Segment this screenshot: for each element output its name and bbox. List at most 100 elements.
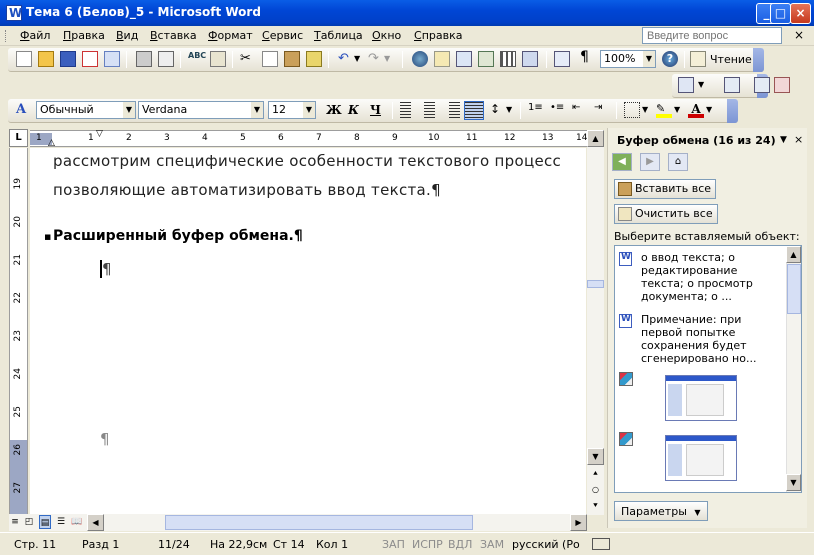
- styles-icon[interactable]: A: [16, 102, 32, 118]
- title-bar[interactable]: Тема 6 (Белов)_5 - Microsoft Word _ □ ×: [0, 0, 814, 26]
- menu-window[interactable]: Окно: [372, 29, 401, 42]
- drawing-icon[interactable]: [522, 51, 538, 67]
- word-app-icon[interactable]: [6, 5, 22, 21]
- next-page-icon[interactable]: ⯆: [587, 498, 604, 515]
- horizontal-scrollbar[interactable]: ≡ ◰ ▤ ☰ 📖 ◀ ▶: [9, 514, 587, 531]
- vertical-scrollbar[interactable]: ▲ ▼ ⯅ ○ ⯆: [587, 130, 604, 515]
- clipboard-item[interactable]: Примечание: при первой попытке сохранени…: [619, 313, 779, 365]
- home-icon[interactable]: ⌂: [668, 153, 688, 171]
- reading-view-icon[interactable]: 📖: [71, 515, 83, 529]
- pane-close-icon[interactable]: ×: [794, 133, 803, 146]
- clear-all-button[interactable]: Очистить все: [614, 204, 718, 224]
- columns-icon[interactable]: [500, 51, 516, 67]
- paste-icon[interactable]: [284, 51, 300, 67]
- normal-view-icon[interactable]: ≡: [9, 515, 21, 529]
- menu-insert[interactable]: Вставка: [150, 29, 197, 42]
- align-right-icon[interactable]: [444, 102, 460, 118]
- scroll-up-icon[interactable]: ▲: [587, 130, 604, 147]
- reviewing-icon[interactable]: [754, 77, 770, 93]
- align-left-icon[interactable]: [400, 102, 416, 118]
- forward-icon[interactable]: ▶: [640, 153, 660, 171]
- align-center-icon[interactable]: [422, 102, 438, 118]
- menu-edit[interactable]: Правка: [63, 29, 105, 42]
- chevron-down-icon[interactable]: ▼: [698, 80, 714, 96]
- cut-icon[interactable]: ✂: [240, 51, 256, 67]
- list-scroll-thumb[interactable]: [787, 264, 801, 314]
- numbering-icon[interactable]: 1≡: [528, 102, 544, 118]
- maximize-button[interactable]: □: [770, 3, 791, 24]
- research-icon[interactable]: [210, 51, 226, 67]
- print-layout-icon[interactable]: ▤: [39, 515, 51, 529]
- compare-icon[interactable]: [724, 77, 740, 93]
- copy-icon[interactable]: [262, 51, 278, 67]
- tab-selector[interactable]: L: [9, 129, 28, 147]
- font-select[interactable]: Verdana ▼: [138, 101, 264, 119]
- print-preview-icon[interactable]: [158, 51, 174, 67]
- undo-icon[interactable]: ↶: [338, 51, 354, 67]
- options-button[interactable]: Параметры ▼: [614, 501, 708, 521]
- new-doc-icon[interactable]: [16, 51, 32, 67]
- insert-excel-icon[interactable]: [478, 51, 494, 67]
- hscroll-thumb[interactable]: [165, 515, 473, 530]
- show-formatting-icon[interactable]: ¶: [580, 49, 596, 65]
- spelling-status-icon[interactable]: [592, 538, 610, 550]
- email-icon[interactable]: [104, 51, 120, 67]
- status-track-changes[interactable]: ИСПР: [412, 538, 443, 551]
- browse-object-icon[interactable]: ○: [587, 482, 604, 499]
- increase-indent-icon[interactable]: ⇥: [594, 102, 610, 118]
- justify-icon[interactable]: [464, 101, 484, 120]
- status-overtype[interactable]: ЗАМ: [480, 538, 504, 551]
- hyperlink-icon[interactable]: [412, 51, 428, 67]
- redo-dropdown-icon[interactable]: ▼: [384, 54, 400, 70]
- style-select[interactable]: Обычный ▼: [36, 101, 136, 119]
- bullets-icon[interactable]: •≡: [550, 102, 566, 118]
- menu-file[interactable]: Файл: [20, 29, 50, 42]
- scroll-thumb[interactable]: [587, 280, 604, 288]
- toolbar-options-icon[interactable]: [727, 99, 738, 123]
- clipboard-image-item[interactable]: [619, 432, 779, 482]
- document-page[interactable]: рассмотрим специфические особенности тек…: [30, 148, 586, 514]
- toolbar-options-icon[interactable]: [753, 48, 764, 72]
- spelling-icon[interactable]: ABC: [188, 51, 206, 67]
- doc-close-icon[interactable]: ×: [794, 28, 804, 42]
- insert-table-icon[interactable]: [456, 51, 472, 67]
- zoom-select[interactable]: 100% ▼: [600, 50, 656, 68]
- help-search-input[interactable]: [642, 27, 782, 44]
- outline-view-icon[interactable]: ☰: [55, 515, 67, 529]
- bold-button[interactable]: Ж: [326, 103, 342, 117]
- highlight-icon[interactable]: ✎: [656, 102, 672, 118]
- status-extend[interactable]: ВДЛ: [448, 538, 472, 551]
- clipboard-image-item[interactable]: [619, 372, 779, 422]
- scroll-down-icon[interactable]: ▼: [587, 448, 604, 465]
- status-record[interactable]: ЗАП: [382, 538, 405, 551]
- format-painter-icon[interactable]: [306, 51, 322, 67]
- underline-button[interactable]: Ч: [370, 103, 381, 117]
- vertical-ruler[interactable]: 19 20 21 22 23 24 25 26 27: [9, 148, 28, 514]
- permission-icon[interactable]: [82, 51, 98, 67]
- paste-all-button[interactable]: Вставить все: [614, 179, 717, 199]
- back-icon[interactable]: ◀: [612, 153, 632, 171]
- read-button[interactable]: Чтение: [710, 53, 752, 66]
- borders-icon[interactable]: [624, 102, 640, 118]
- chevron-down-icon[interactable]: ▼: [706, 105, 722, 121]
- tables-borders-icon[interactable]: [434, 51, 450, 67]
- menu-view[interactable]: Вид: [116, 29, 138, 42]
- prev-page-icon[interactable]: ⯅: [587, 466, 604, 483]
- read-icon[interactable]: [690, 51, 706, 67]
- horizontal-ruler[interactable]: 1 1 2 3 4 5 6 7 8 9 10 11 12 13 14 ▽ △: [30, 129, 588, 148]
- save-icon[interactable]: [60, 51, 76, 67]
- close-button[interactable]: ×: [790, 3, 811, 24]
- menu-tools[interactable]: Сервис: [262, 29, 303, 42]
- italic-button[interactable]: К: [348, 103, 359, 117]
- open-folder-icon[interactable]: [38, 51, 54, 67]
- menu-help[interactable]: Справка: [414, 29, 462, 42]
- web-view-icon[interactable]: ◰: [23, 515, 35, 529]
- scroll-left-icon[interactable]: ◀: [87, 514, 104, 531]
- help-icon[interactable]: ?: [662, 51, 678, 67]
- redo-icon[interactable]: ↷: [368, 51, 384, 67]
- clipboard-item[interactable]: о ввод текста; о редактирование текста; …: [619, 251, 779, 303]
- document-map-icon[interactable]: [554, 51, 570, 67]
- font-color-icon[interactable]: A: [688, 102, 704, 118]
- font-size-select[interactable]: 12 ▼: [268, 101, 316, 119]
- list-scrollbar[interactable]: ▲ ▼: [786, 246, 801, 492]
